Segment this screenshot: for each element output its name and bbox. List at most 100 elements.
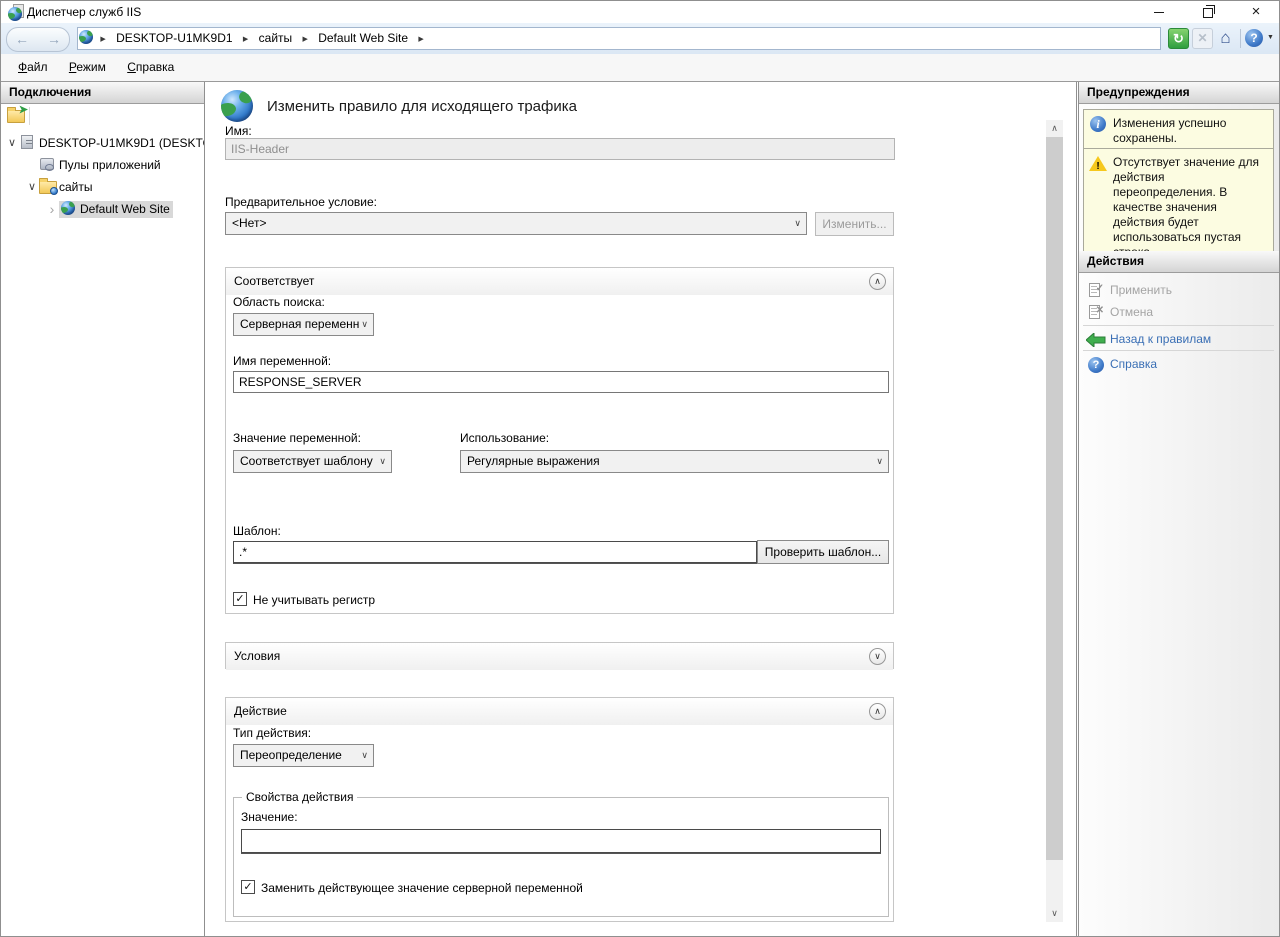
connections-panel: Подключения ➤ ∨ DESKTOP-U1MK9D1 (DESKTOI …	[1, 82, 205, 936]
refresh-button[interactable]: ↻	[1168, 28, 1189, 49]
scrollbar-thumb[interactable]	[1046, 137, 1063, 860]
help-action[interactable]: ? Справка	[1083, 353, 1275, 375]
tree-item-label: DESKTOP-U1MK9D1 (DESKTOI	[39, 136, 204, 150]
variable-name-input[interactable]	[233, 371, 889, 393]
chevron-up-icon: ∧	[874, 706, 881, 716]
nav-buttons: ← →	[6, 27, 70, 52]
test-pattern-button[interactable]: Проверить шаблон...	[757, 540, 889, 564]
match-section-header[interactable]: Соответствует ∧	[226, 268, 893, 295]
scope-select[interactable]: Серверная переменн ∨	[233, 313, 374, 336]
chevron-down-icon: ∨	[794, 213, 801, 234]
value-input[interactable]	[241, 829, 881, 853]
forward-nav-button[interactable]: →	[39, 28, 69, 50]
tree-item-sites[interactable]: ∨ сайты	[1, 176, 204, 198]
precondition-select[interactable]: <Нет> ∨	[225, 212, 807, 235]
expand-section-button[interactable]: ∨	[869, 648, 886, 665]
actions-panel: Предупреждения i Изменения успешно сохра…	[1078, 82, 1279, 936]
apply-icon: ✓	[1089, 283, 1100, 297]
action-section-header[interactable]: Действие ∧	[226, 698, 893, 725]
stop-icon: ✕	[1197, 31, 1207, 45]
page-title: Изменить правило для исходящего трафика	[267, 98, 577, 115]
save-connection-arrow-icon: ➤	[19, 103, 28, 116]
breadcrumb-site[interactable]: Default Web Site	[314, 28, 412, 49]
help-icon: ?	[1250, 31, 1257, 45]
tree-item-app-pools[interactable]: Пулы приложений	[1, 154, 204, 176]
tree-item-label: Default Web Site	[80, 202, 170, 216]
tree-expander-icon[interactable]: ∨	[25, 176, 39, 198]
breadcrumb-arrow-icon[interactable]: ▶	[415, 29, 426, 50]
name-input	[225, 138, 895, 160]
using-select[interactable]: Регулярные выражения ∨	[460, 450, 889, 473]
actions-separator	[1083, 325, 1274, 326]
using-label: Использование:	[460, 431, 549, 445]
ignore-case-label: Не учитывать регистр	[253, 593, 375, 607]
replace-value-label: Заменить действующее значение серверной …	[261, 881, 583, 895]
toolbar-separator	[1240, 29, 1241, 48]
server-icon	[21, 135, 33, 149]
collapse-section-button[interactable]: ∧	[869, 703, 886, 720]
check-icon: ✓	[235, 593, 244, 605]
save-connection-button[interactable]: ➤	[7, 110, 25, 123]
chevron-down-icon: ∨	[361, 314, 368, 335]
tree-expander-icon[interactable]: ›	[45, 198, 59, 220]
breadcrumb-arrow-icon[interactable]: ▶	[240, 29, 251, 50]
menu-file[interactable]: Файл	[9, 54, 57, 74]
toolbar-separator	[29, 107, 30, 125]
tree-item-label: сайты	[59, 180, 93, 194]
menu-view[interactable]: Режим	[60, 54, 115, 74]
title-bar: Диспетчер служб IIS ×	[1, 1, 1279, 23]
breadcrumb-arrow-icon[interactable]: ▶	[97, 29, 108, 50]
app-pools-icon	[40, 158, 54, 170]
actions-header: Действия	[1079, 251, 1279, 273]
home-icon: ⌂	[1220, 28, 1230, 47]
conditions-section: Условия ∨	[225, 642, 894, 669]
window-title: Диспетчер служб IIS	[27, 5, 141, 19]
tree-item-label: Пулы приложений	[59, 158, 161, 172]
close-button[interactable]: ×	[1239, 1, 1273, 23]
info-icon: i	[1090, 116, 1106, 132]
tree-item-server[interactable]: ∨ DESKTOP-U1MK9D1 (DESKTOI	[1, 132, 204, 154]
scroll-down-button[interactable]: ∨	[1046, 905, 1063, 922]
tree-item-default-web-site[interactable]: › Default Web Site	[1, 198, 204, 220]
back-to-rules-action[interactable]: Назад к правилам	[1083, 328, 1275, 350]
variable-value-select[interactable]: Соответствует шаблону ∨	[233, 450, 392, 473]
warning-alert: ! Отсутствует значение для действия пере…	[1083, 148, 1274, 267]
restore-button[interactable]	[1191, 1, 1225, 23]
scope-label: Область поиска:	[233, 295, 325, 309]
actions-separator	[1083, 350, 1274, 351]
collapse-section-button[interactable]: ∧	[869, 273, 886, 290]
name-label: Имя:	[225, 124, 252, 138]
info-alert-text: Изменения успешно сохранены.	[1113, 116, 1226, 145]
breadcrumb-arrow-icon[interactable]: ▶	[299, 29, 310, 50]
help-button[interactable]: ?	[1245, 29, 1263, 47]
menu-help[interactable]: Справка	[118, 54, 183, 74]
main-scrollbar[interactable]: ∧ ∨	[1046, 120, 1063, 922]
tree-expander-icon[interactable]: ∨	[5, 132, 19, 154]
ignore-case-checkbox[interactable]: ✓	[233, 592, 247, 606]
restore-icon	[1203, 8, 1213, 18]
chevron-down-icon: ∨	[379, 451, 386, 472]
pattern-label: Шаблон:	[233, 524, 281, 538]
action-type-select[interactable]: Переопределение ∨	[233, 744, 374, 767]
replace-value-checkbox[interactable]: ✓	[241, 880, 255, 894]
help-dropdown-caret[interactable]: ▼	[1267, 34, 1274, 41]
conditions-section-header[interactable]: Условия ∨	[226, 643, 893, 670]
address-field[interactable]: ▶ DESKTOP-U1MK9D1 ▶ сайты ▶ Default Web …	[77, 27, 1161, 50]
connections-tree: ∨ DESKTOP-U1MK9D1 (DESKTOI Пулы приложени…	[1, 132, 204, 936]
close-icon: ×	[1252, 3, 1261, 20]
breadcrumb-sites[interactable]: сайты	[255, 28, 297, 49]
minimize-button[interactable]	[1142, 1, 1176, 23]
connections-header: Подключения	[1, 82, 204, 104]
value-label: Значение:	[241, 810, 298, 824]
warning-alert-text: Отсутствует значение для действия переоп…	[1113, 155, 1259, 259]
breadcrumb-server[interactable]: DESKTOP-U1MK9D1	[112, 28, 236, 49]
chevron-down-icon: ∨	[361, 745, 368, 766]
alerts-header: Предупреждения	[1079, 82, 1279, 104]
action-properties-group: Свойства действия	[233, 797, 889, 917]
pattern-input[interactable]	[233, 541, 757, 563]
minimize-icon	[1154, 12, 1164, 13]
home-button[interactable]: ⌂	[1215, 28, 1236, 49]
scroll-up-button[interactable]: ∧	[1046, 120, 1063, 137]
back-nav-button[interactable]: ←	[7, 28, 37, 50]
menu-bar: Файл Режим Справка	[1, 54, 1279, 81]
